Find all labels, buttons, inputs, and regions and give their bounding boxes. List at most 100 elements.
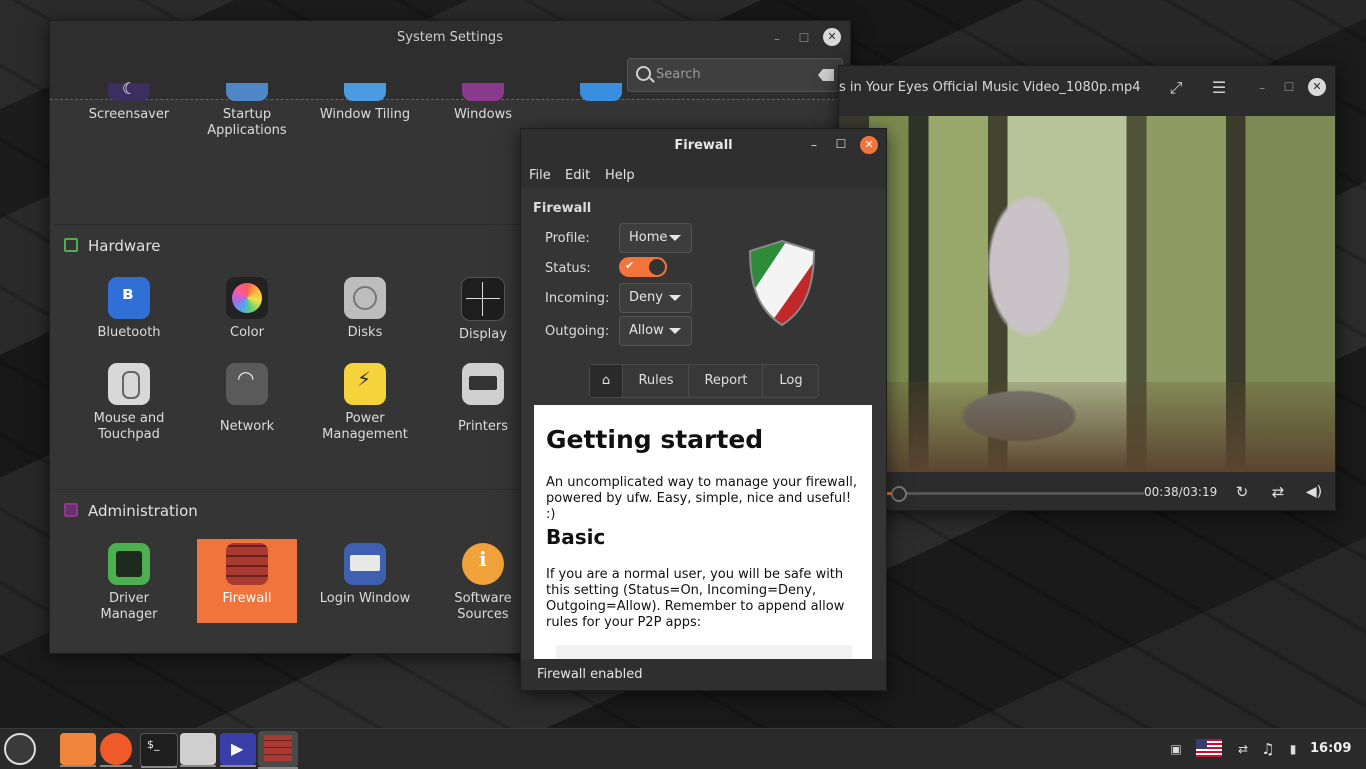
item-label: Driver Manager (100, 591, 158, 622)
help-content[interactable]: Getting started An uncomplicated way to … (534, 405, 872, 659)
close-icon[interactable]: ✕ (860, 136, 878, 154)
minimize-icon[interactable]: – (805, 136, 823, 154)
battery-icon[interactable]: ▮ (1284, 740, 1302, 758)
maximize-icon[interactable]: ☐ (832, 135, 850, 153)
item-windows[interactable]: Windows (433, 83, 533, 123)
item-workspaces-partial[interactable] (551, 83, 651, 107)
terminal-icon[interactable]: $_ (140, 733, 178, 768)
check-icon: ✔ (625, 259, 635, 272)
close-icon[interactable]: ✕ (1308, 78, 1326, 96)
item-network[interactable]: ◠ Network (197, 363, 297, 435)
menu-edit[interactable]: Edit (565, 168, 590, 183)
incoming-select[interactable]: Deny (619, 283, 692, 313)
menu-file[interactable]: File (529, 168, 551, 183)
firewall-titlebar[interactable]: Firewall – ☐ ✕ (521, 129, 886, 161)
item-label: Power Management (322, 411, 408, 442)
outgoing-label: Outgoing: (545, 324, 610, 339)
item-bluetooth[interactable]: ʙ Bluetooth (79, 277, 179, 341)
login-window-icon (344, 543, 386, 585)
settings-icon[interactable] (180, 733, 216, 767)
item-screensaver[interactable]: ☾ Screensaver (79, 81, 179, 123)
item-firewall[interactable]: Firewall (197, 539, 297, 623)
close-icon[interactable]: ✕ (823, 28, 841, 46)
minimize-icon[interactable]: – (1253, 79, 1271, 97)
item-driver-manager[interactable]: Driver Manager (79, 543, 179, 623)
hamburger-menu-icon[interactable]: ☰ (1210, 79, 1228, 97)
toggle-knob (649, 259, 665, 275)
item-display[interactable]: Display (433, 277, 533, 343)
volume-icon[interactable]: ◀) (1305, 483, 1323, 501)
item-software-sources[interactable]: i Software Sources (433, 543, 533, 623)
firewall-icon[interactable] (258, 731, 298, 769)
repeat-icon[interactable]: ↻ (1233, 483, 1251, 501)
window-title: System Settings (397, 30, 503, 45)
status-label: Status: (545, 261, 591, 276)
minimize-icon[interactable]: – (768, 30, 786, 48)
video-frame[interactable] (839, 116, 1335, 472)
outgoing-select[interactable]: Allow (619, 316, 692, 346)
chevron-down-icon (669, 295, 681, 301)
music-icon[interactable]: ♫ (1259, 740, 1277, 758)
section-separator (54, 224, 524, 225)
home-icon: ⌂ (601, 373, 611, 388)
firewall-body: Firewall Profile: Home Status: ✔ Incomin… (521, 189, 886, 659)
network-icon[interactable]: ⇄ (1234, 740, 1252, 758)
profile-select[interactable]: Home (619, 223, 692, 253)
clear-search-icon[interactable] (818, 69, 834, 81)
search-input[interactable]: Search (627, 58, 843, 92)
content-intro: An uncomplicated way to manage your fire… (546, 475, 857, 522)
shuffle-icon[interactable]: ⇄ (1269, 483, 1287, 501)
gufw-shield-icon (748, 239, 816, 327)
clock[interactable]: 16:09 (1310, 741, 1351, 756)
item-label: Printers (457, 419, 509, 434)
tab-report[interactable]: Report (688, 365, 763, 397)
item-color[interactable]: Color (197, 277, 297, 341)
item-label: Network (219, 419, 275, 434)
window-tiling-icon (344, 83, 386, 101)
content-basic-text: If you are a normal user, you will be sa… (546, 567, 845, 630)
item-label: Firewall (222, 591, 272, 606)
content-heading: Getting started (546, 425, 764, 454)
status-toggle[interactable]: ✔ (619, 257, 667, 277)
item-startup-applications[interactable]: Startup Applications (197, 83, 297, 139)
video-icon[interactable]: ▶ (220, 733, 256, 767)
item-printers[interactable]: Printers (433, 363, 533, 435)
profile-label: Profile: (545, 231, 590, 246)
firewall-icon (226, 543, 268, 585)
chevron-down-icon (669, 328, 681, 334)
profile-value: Home (629, 230, 668, 245)
section-title: Firewall (533, 201, 592, 216)
menu-help[interactable]: Help (605, 168, 635, 183)
notes-icon[interactable]: ▣ (1167, 740, 1185, 758)
seek-handle[interactable] (890, 486, 907, 502)
item-window-tiling[interactable]: Window Tiling (315, 83, 415, 123)
item-label: Mouse and Touchpad (93, 411, 165, 442)
workspaces-icon (580, 83, 622, 101)
administration-section-icon (64, 503, 78, 517)
fullscreen-icon[interactable]: ⤢ (1167, 79, 1185, 97)
item-mouse-touchpad[interactable]: Mouse and Touchpad (79, 363, 179, 443)
tab-home[interactable]: ⌂ (590, 365, 622, 397)
menu-icon[interactable] (4, 733, 36, 765)
item-label: Color (230, 325, 264, 340)
power-icon: ⚡ (344, 363, 386, 405)
search-icon (636, 66, 651, 81)
firewall-window: Firewall – ☐ ✕ File Edit Help Firewall P… (520, 128, 887, 691)
us-flag-icon[interactable] (1196, 739, 1222, 757)
tab-rules[interactable]: Rules (622, 365, 689, 397)
item-disks[interactable]: Disks (315, 277, 415, 341)
taskbar: $_ ▶ ▣ ⇄ ♫ ▮ 16:09 (0, 728, 1366, 769)
section-title: Administration (88, 502, 198, 520)
wifi-icon: ◠ (226, 363, 268, 405)
info-icon: i (462, 543, 504, 585)
item-label: Windows (453, 107, 513, 122)
firefox-icon[interactable] (100, 733, 132, 767)
item-label: Bluetooth (97, 325, 161, 340)
files-icon[interactable] (60, 733, 96, 767)
maximize-icon[interactable]: ☐ (1280, 78, 1298, 96)
maximize-icon[interactable]: ☐ (795, 29, 813, 47)
tab-log[interactable]: Log (762, 365, 819, 397)
item-login-window[interactable]: Login Window (315, 543, 415, 607)
bluetooth-icon: ʙ (108, 277, 150, 319)
item-power-management[interactable]: ⚡ Power Management (315, 363, 415, 443)
